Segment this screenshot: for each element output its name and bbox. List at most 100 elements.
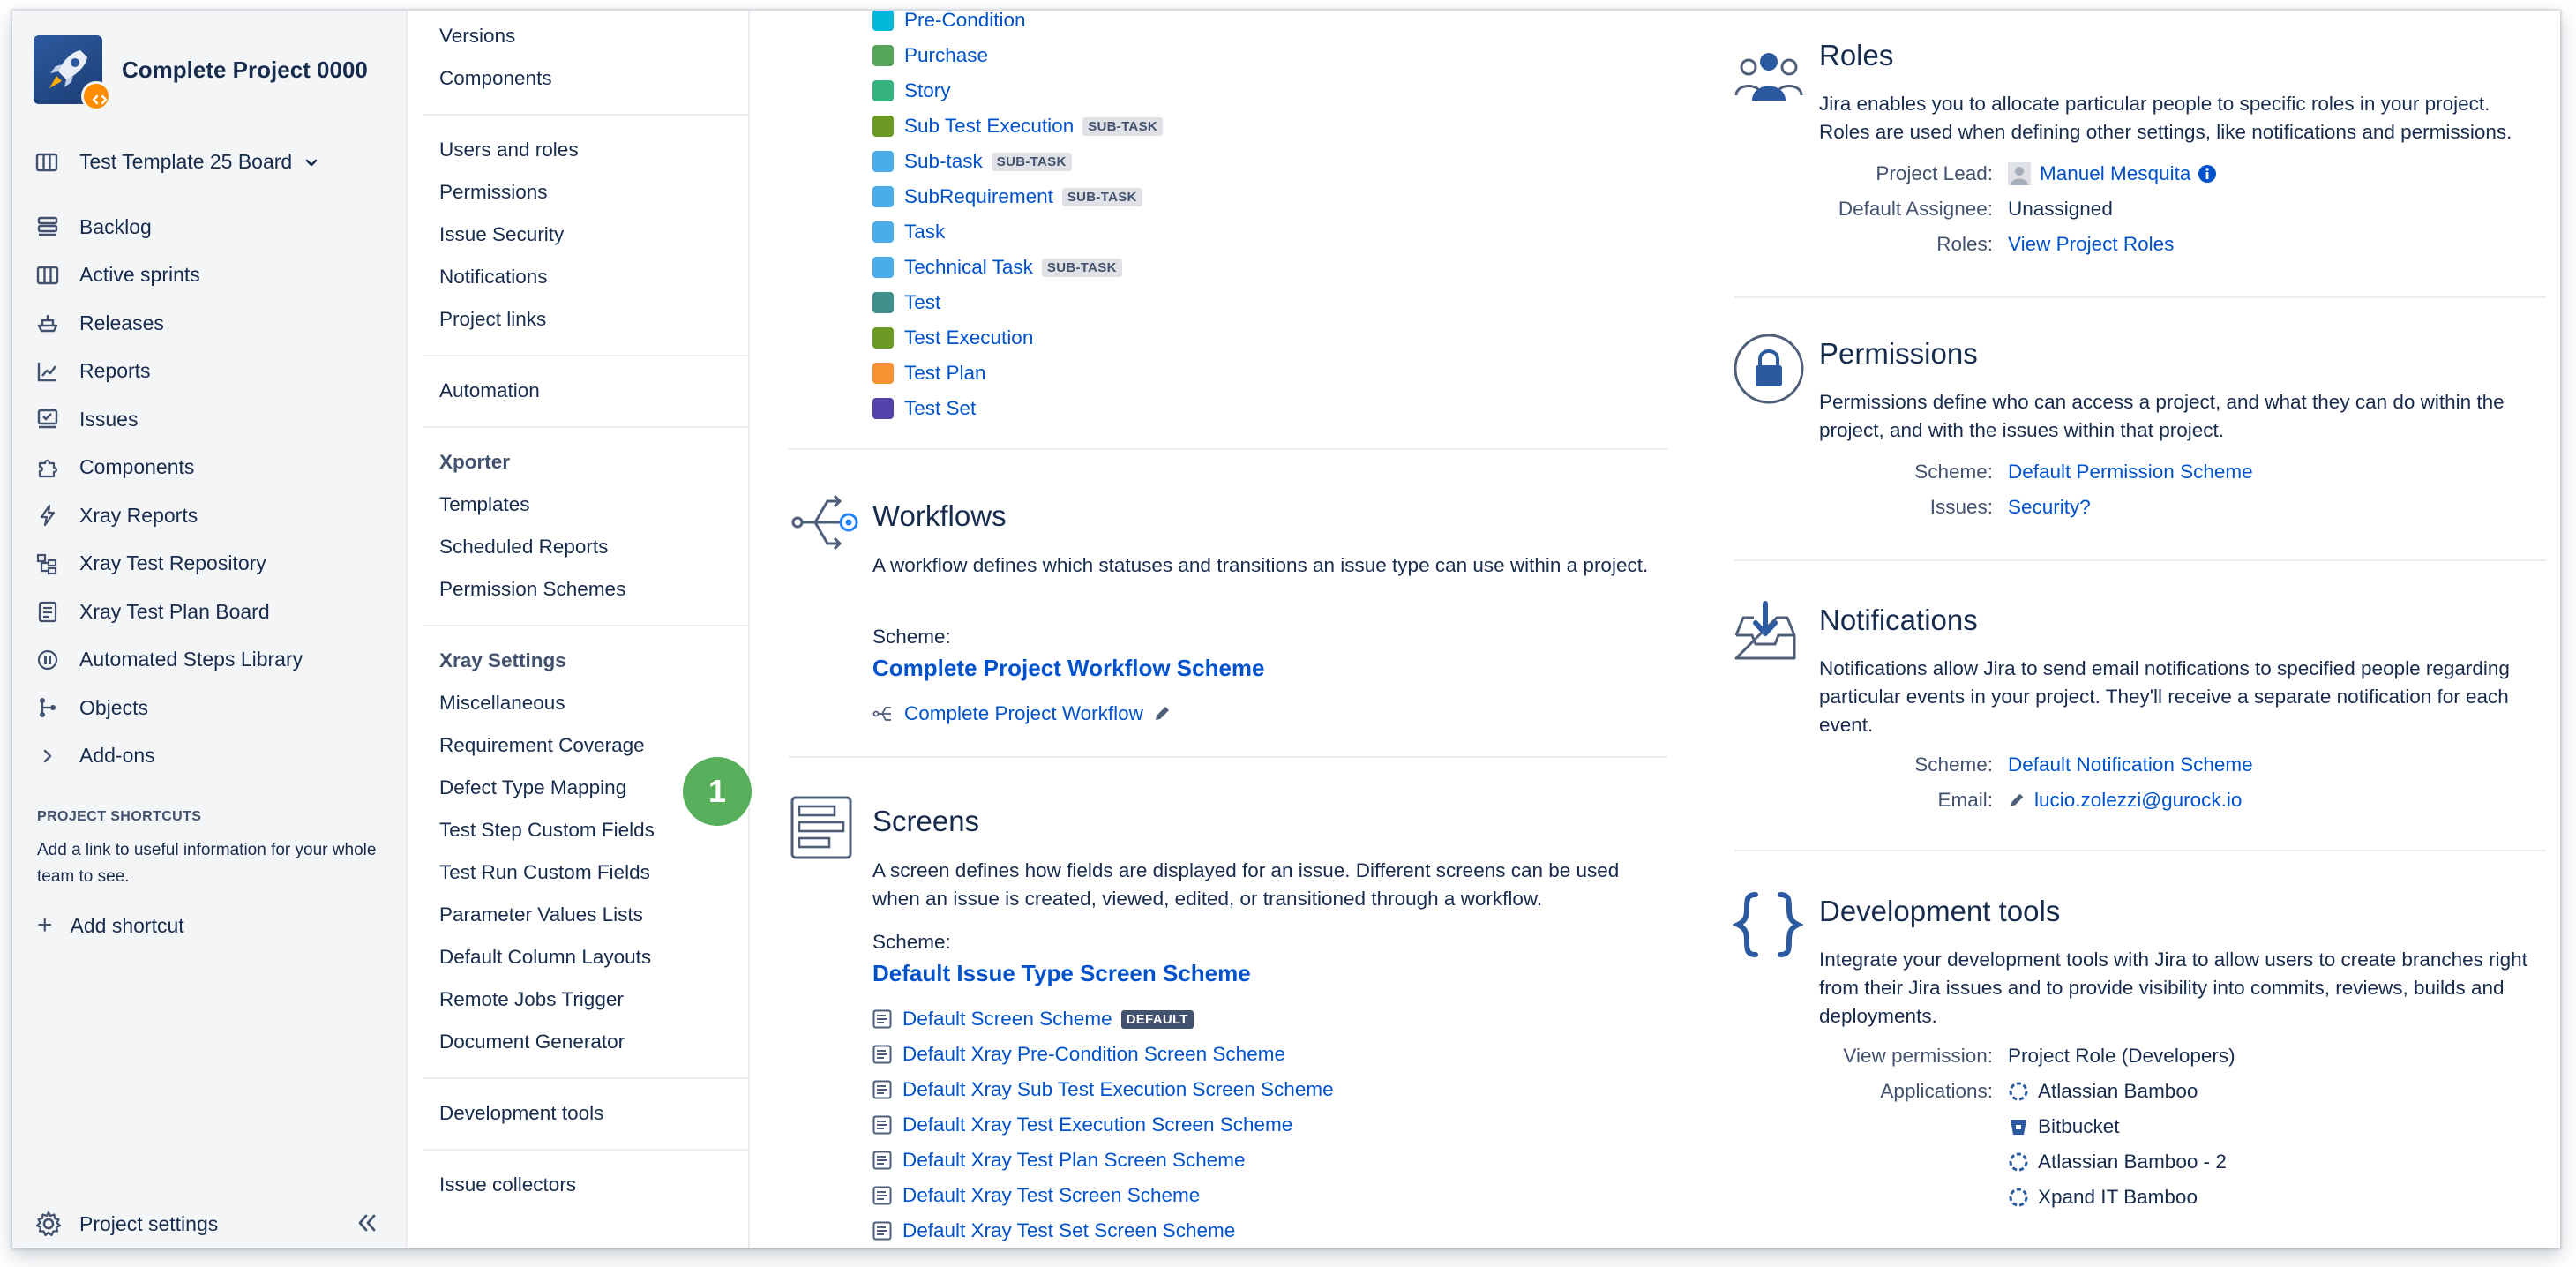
issue-type-row[interactable]: SubRequirement SUB-TASK bbox=[872, 185, 1142, 208]
screen-scheme-icon bbox=[872, 1009, 892, 1029]
permission-scheme-link[interactable]: Default Permission Scheme bbox=[2008, 461, 2253, 484]
issue-type-row[interactable]: Test Set bbox=[872, 397, 976, 420]
board-name: Test Template 25 Board bbox=[79, 150, 293, 173]
notification-scheme-link[interactable]: Default Notification Scheme bbox=[2008, 753, 2253, 776]
sidebar-item-reports[interactable]: Reports bbox=[35, 348, 303, 396]
edit-pencil-icon[interactable] bbox=[1152, 704, 1172, 723]
screen-scheme-row[interactable]: Default Xray Sub Test Execution Screen S… bbox=[872, 1078, 1334, 1101]
sidebar-item-releases[interactable]: Releases bbox=[35, 299, 303, 348]
menu-item-document-generator[interactable]: Document Generator bbox=[439, 1031, 625, 1053]
menu-item-test-run-custom-fields[interactable]: Test Run Custom Fields bbox=[439, 861, 650, 884]
issue-type-row[interactable]: Pre-Condition bbox=[872, 11, 1026, 32]
shortcuts-description: Add a link to useful information for you… bbox=[37, 841, 377, 886]
screen-scheme-row[interactable]: Default Xray Test Plan Screen Scheme bbox=[872, 1149, 1246, 1172]
menu-item-requirement-coverage[interactable]: Requirement Coverage bbox=[439, 734, 645, 757]
menu-item-miscellaneous[interactable]: Miscellaneous bbox=[439, 692, 565, 715]
menu-item-default-column-layouts[interactable]: Default Column Layouts bbox=[439, 946, 651, 969]
issue-security-link[interactable]: Security? bbox=[2008, 496, 2091, 519]
board-switcher[interactable]: Test Template 25 Board bbox=[35, 150, 318, 174]
screen-scheme-link[interactable]: Default Issue Type Screen Scheme bbox=[872, 960, 1251, 987]
add-shortcut-button[interactable]: + Add shortcut bbox=[37, 912, 184, 939]
menu-item-permission-schemes[interactable]: Permission Schemes bbox=[439, 578, 625, 601]
screen-scheme-row[interactable]: Default Xray Test Execution Screen Schem… bbox=[872, 1113, 1292, 1136]
menu-item-test-step-custom-fields[interactable]: Test Step Custom Fields bbox=[439, 819, 655, 842]
bolt-icon bbox=[35, 503, 60, 528]
issue-type-row[interactable]: Task bbox=[872, 221, 945, 244]
menu-item-permissions[interactable]: Permissions bbox=[439, 181, 548, 204]
sidebar-item-components[interactable]: Components bbox=[35, 444, 303, 492]
sidebar-item-backlog[interactable]: Backlog bbox=[35, 203, 303, 251]
issue-type-row[interactable]: Technical Task SUB-TASK bbox=[872, 256, 1122, 279]
repository-icon bbox=[35, 551, 60, 576]
workflow-link[interactable]: Complete Project Workflow bbox=[904, 702, 1143, 725]
menu-item-remote-jobs-trigger[interactable]: Remote Jobs Trigger bbox=[439, 988, 624, 1011]
workflows-scheme-label: Scheme: bbox=[872, 626, 951, 648]
sidebar-item-label: Releases bbox=[79, 311, 164, 334]
menu-item-versions[interactable]: Versions bbox=[439, 25, 515, 48]
issue-type-label: Purchase bbox=[904, 44, 989, 66]
issue-type-row[interactable]: Sub-task SUB-TASK bbox=[872, 150, 1072, 173]
sidebar-item-add-ons[interactable]: Add-ons bbox=[35, 732, 303, 781]
roles-description: Jira enables you to allocate particular … bbox=[1819, 93, 2512, 143]
issue-type-row[interactable]: Test bbox=[872, 291, 940, 314]
issue-type-icon bbox=[872, 327, 894, 349]
project-lead-value[interactable]: Manuel Mesquita bbox=[2008, 162, 2217, 185]
menu-item-parameter-values-lists[interactable]: Parameter Values Lists bbox=[439, 903, 643, 926]
collapse-sidebar-button[interactable] bbox=[355, 1211, 379, 1240]
menu-item-scheduled-reports[interactable]: Scheduled Reports bbox=[439, 536, 608, 559]
sidebar-item-active-sprints[interactable]: Active sprints bbox=[35, 251, 303, 300]
subtask-lozenge: SUB-TASK bbox=[1061, 187, 1142, 206]
menu-item-issue-security[interactable]: Issue Security bbox=[439, 223, 564, 246]
menu-item-defect-type-mapping[interactable]: Defect Type Mapping bbox=[439, 776, 626, 799]
menu-item-project-links[interactable]: Project links bbox=[439, 308, 546, 331]
sidebar-item-automated-steps-library[interactable]: Automated Steps Library bbox=[35, 636, 303, 685]
menu-item-components[interactable]: Components bbox=[439, 67, 552, 90]
menu-item-issue-collectors[interactable]: Issue collectors bbox=[439, 1173, 576, 1196]
issue-types-workflows-screens: Pre-Condition Purchase Story Sub Test Execu… bbox=[752, 11, 1687, 1248]
curly-braces-icon bbox=[1733, 892, 1803, 957]
issue-type-row[interactable]: Test Execution bbox=[872, 326, 1033, 349]
board-icon bbox=[35, 263, 60, 288]
screen-scheme-row[interactable]: Default Xray Pre-Condition Screen Scheme bbox=[872, 1043, 1285, 1066]
project-name: Complete Project 0000 bbox=[122, 56, 368, 83]
project-settings-button[interactable]: Project settings bbox=[35, 1211, 218, 1237]
application-item[interactable]: Bitbucket bbox=[2008, 1115, 2120, 1138]
application-item[interactable]: Atlassian Bamboo bbox=[2008, 1080, 2198, 1103]
issues-icon bbox=[35, 407, 60, 431]
application-item[interactable]: Atlassian Bamboo - 2 bbox=[2008, 1151, 2227, 1173]
sidebar-item-label: Backlog bbox=[79, 214, 152, 238]
objects-icon bbox=[35, 695, 60, 720]
menu-item-users-and-roles[interactable]: Users and roles bbox=[439, 139, 579, 161]
menu-item-templates[interactable]: Templates bbox=[439, 493, 530, 516]
gear-icon bbox=[35, 1211, 62, 1237]
screen-scheme-row[interactable]: Default Xray Test Set Screen Scheme bbox=[872, 1219, 1235, 1242]
menu-divider bbox=[423, 355, 750, 356]
project-header[interactable]: Complete Project 0000 bbox=[34, 34, 368, 111]
sidebar-item-xray-test-repository[interactable]: Xray Test Repository bbox=[35, 540, 303, 589]
add-shortcut-label: Add shortcut bbox=[70, 913, 184, 937]
view-permission-label: View permission: bbox=[1843, 1045, 1993, 1067]
menu-divider bbox=[423, 1077, 750, 1079]
workflow-scheme-link[interactable]: Complete Project Workflow Scheme bbox=[872, 655, 1265, 682]
backlog-icon bbox=[35, 214, 60, 239]
menu-item-automation[interactable]: Automation bbox=[439, 379, 540, 402]
sidebar-item-xray-reports[interactable]: Xray Reports bbox=[35, 491, 303, 540]
info-icon[interactable] bbox=[2198, 164, 2217, 184]
issue-type-row[interactable]: Sub Test Execution SUB-TASK bbox=[872, 115, 1164, 138]
issue-type-row[interactable]: Story bbox=[872, 79, 951, 102]
view-project-roles-link[interactable]: View Project Roles bbox=[2008, 233, 2174, 256]
sidebar-item-issues[interactable]: Issues bbox=[35, 395, 303, 444]
issue-type-row[interactable]: Purchase bbox=[872, 44, 988, 67]
screen-scheme-row[interactable]: Default Screen Scheme DEFAULT bbox=[872, 1008, 1194, 1031]
menu-item-notifications[interactable]: Notifications bbox=[439, 266, 548, 289]
sidebar-item-xray-test-plan-board[interactable]: Xray Test Plan Board bbox=[35, 588, 303, 636]
issue-type-row[interactable]: Test Plan bbox=[872, 362, 986, 385]
permission-scheme-label: Scheme: bbox=[1914, 461, 1993, 483]
screen-scheme-row[interactable]: Default Xray Test Screen Scheme bbox=[872, 1184, 1200, 1207]
application-item[interactable]: Xpand IT Bamboo bbox=[2008, 1186, 2198, 1209]
menu-item-development-tools[interactable]: Development tools bbox=[439, 1102, 603, 1125]
email-value[interactable]: lucio.zolezzi@gurock.io bbox=[2008, 789, 2242, 812]
edit-pencil-icon[interactable] bbox=[2008, 791, 2026, 809]
issue-type-label: Test Set bbox=[904, 397, 977, 419]
sidebar-item-objects[interactable]: Objects bbox=[35, 684, 303, 732]
